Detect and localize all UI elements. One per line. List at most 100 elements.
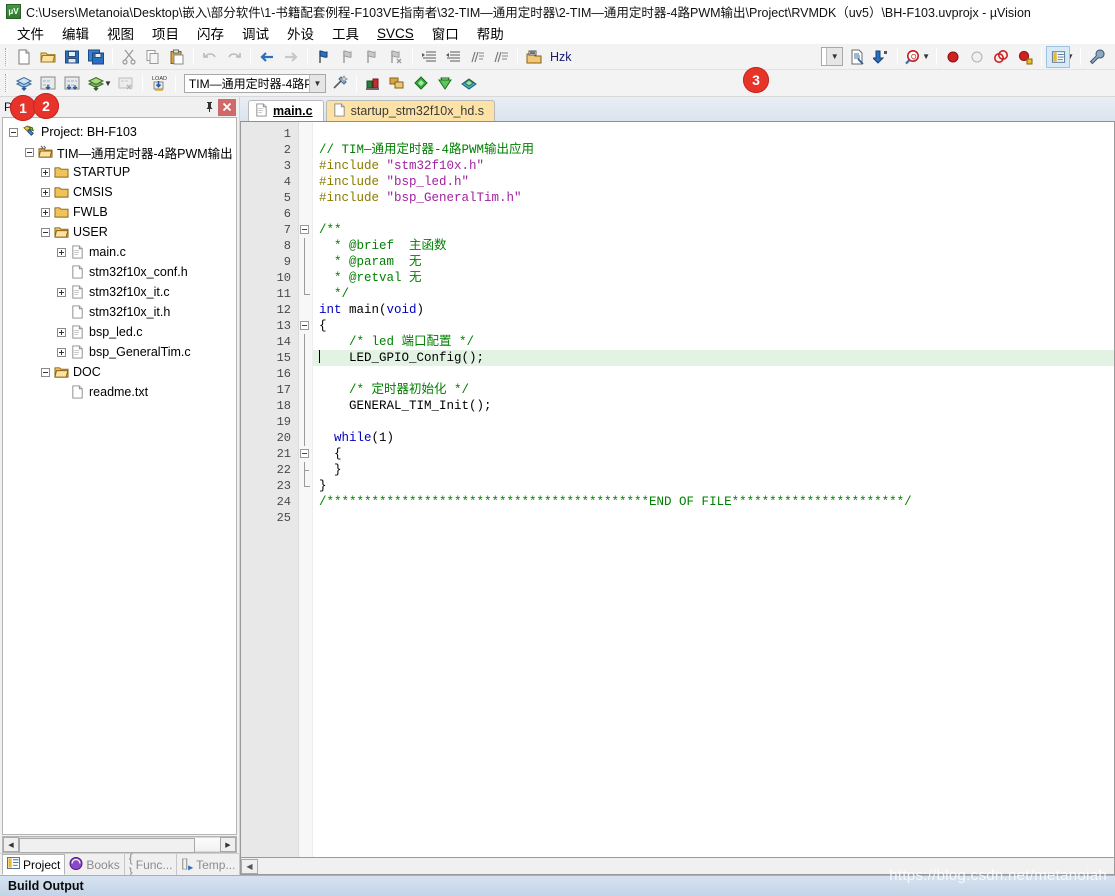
code-line[interactable]: #include "bsp_GeneralTim.h" bbox=[313, 190, 1114, 206]
panel-tab-temp[interactable]: []▸ Temp... bbox=[177, 854, 241, 875]
save-icon[interactable] bbox=[60, 46, 84, 68]
code-line[interactable]: { bbox=[313, 318, 1114, 334]
build-output-bar[interactable]: Build Output bbox=[0, 875, 1115, 896]
tree-item[interactable]: stm32f10x_conf.h bbox=[3, 262, 236, 282]
tree-item[interactable]: DOC bbox=[3, 362, 236, 382]
indent-increase-icon[interactable] bbox=[417, 46, 441, 68]
code-line[interactable]: int main(void) bbox=[313, 302, 1114, 318]
tree-item[interactable]: CMSIS bbox=[3, 182, 236, 202]
breakpoint-disable-icon[interactable] bbox=[965, 46, 989, 68]
tree-item[interactable]: Project: BH-F103 bbox=[3, 122, 236, 142]
fold-marker[interactable] bbox=[299, 222, 312, 238]
project-tree-hscrollbar[interactable]: ◀ ▶ bbox=[2, 836, 237, 853]
tree-item[interactable]: STARTUP bbox=[3, 162, 236, 182]
code-line[interactable]: while(1) bbox=[313, 430, 1114, 446]
code-line[interactable]: // TIM—通用定时器-4路PWM输出应用 bbox=[313, 142, 1114, 158]
configuration-wizard-icon[interactable] bbox=[457, 72, 481, 94]
project-tree[interactable]: Project: BH-F103 TIM—通用定时器-4路PWM输出 STARTUP… bbox=[2, 117, 237, 835]
code-line[interactable]: } bbox=[313, 462, 1114, 478]
menu-view[interactable]: 视图 bbox=[98, 21, 143, 45]
bookmark-next-icon[interactable] bbox=[360, 46, 384, 68]
code-line[interactable] bbox=[313, 366, 1114, 382]
translate-icon[interactable] bbox=[12, 72, 36, 94]
panel-tab-func[interactable]: { } Func... bbox=[125, 851, 178, 879]
target-options-icon[interactable] bbox=[328, 72, 352, 94]
manage-components-icon[interactable] bbox=[433, 72, 457, 94]
scroll-left-icon[interactable]: ◀ bbox=[3, 837, 19, 852]
code-line[interactable]: /** bbox=[313, 222, 1114, 238]
pack-installer-icon[interactable] bbox=[409, 72, 433, 94]
code-line[interactable]: * @retval 无 bbox=[313, 270, 1114, 286]
copy-icon[interactable] bbox=[141, 46, 165, 68]
navigate-back-icon[interactable] bbox=[255, 46, 279, 68]
stop-build-icon[interactable] bbox=[114, 72, 138, 94]
code-line[interactable] bbox=[313, 510, 1114, 526]
tree-collapse-icon[interactable] bbox=[41, 227, 50, 237]
rebuild-icon[interactable] bbox=[60, 72, 84, 94]
code-line[interactable]: #include "bsp_led.h" bbox=[313, 174, 1114, 190]
tree-item[interactable]: stm32f10x_it.h bbox=[3, 302, 236, 322]
redo-icon[interactable] bbox=[222, 46, 246, 68]
panel-tab-books[interactable]: Books bbox=[65, 854, 125, 875]
tree-collapse-icon[interactable] bbox=[9, 127, 18, 137]
uncomment-icon[interactable] bbox=[489, 46, 513, 68]
code-line[interactable]: * @brief 主函数 bbox=[313, 238, 1114, 254]
comment-icon[interactable] bbox=[465, 46, 489, 68]
pin-icon[interactable] bbox=[200, 99, 218, 116]
tree-item[interactable]: bsp_GeneralTim.c bbox=[3, 342, 236, 362]
find-in-files-icon[interactable]: Q bbox=[902, 46, 926, 68]
download-to-flash-icon[interactable]: LOAD bbox=[147, 72, 171, 94]
code-line[interactable]: #include "stm32f10x.h" bbox=[313, 158, 1114, 174]
tree-expand-icon[interactable] bbox=[41, 187, 50, 197]
menu-help[interactable]: 帮助 bbox=[468, 21, 513, 45]
editor-tab-startup_stm32f10x_hd-s[interactable]: startup_stm32f10x_hd.s bbox=[325, 100, 496, 121]
code-line[interactable]: { bbox=[313, 446, 1114, 462]
tree-item[interactable]: bsp_led.c bbox=[3, 322, 236, 342]
tree-item[interactable]: stm32f10x_it.c bbox=[3, 282, 236, 302]
scroll-track[interactable] bbox=[19, 837, 220, 853]
configure-wizard-icon[interactable] bbox=[1085, 46, 1109, 68]
tree-item[interactable]: TIM—通用定时器-4路PWM输出 bbox=[3, 142, 236, 162]
close-icon[interactable] bbox=[218, 98, 236, 116]
code-line[interactable]: */ bbox=[313, 286, 1114, 302]
code-line[interactable]: GENERAL_TIM_Init(); bbox=[313, 398, 1114, 414]
code-content[interactable]: // TIM—通用定时器-4路PWM输出应用 #include "stm32f10… bbox=[313, 122, 1114, 857]
tree-item[interactable]: readme.txt bbox=[3, 382, 236, 402]
project-window-icon[interactable] bbox=[1046, 45, 1071, 68]
code-line[interactable]: /* 定时器初始化 */ bbox=[313, 382, 1114, 398]
cut-icon[interactable] bbox=[117, 46, 141, 68]
tree-expand-icon[interactable] bbox=[57, 347, 66, 357]
menu-debug[interactable]: 调试 bbox=[233, 21, 278, 45]
target-select[interactable]: TIM—通用定时器-4路P ▼ bbox=[183, 73, 326, 93]
hzk-icon[interactable] bbox=[522, 46, 546, 68]
tree-expand-icon[interactable] bbox=[41, 167, 50, 177]
scroll-thumb[interactable] bbox=[19, 838, 195, 853]
bookmark-toggle-icon[interactable] bbox=[312, 46, 336, 68]
menu-flash[interactable]: 闪存 bbox=[188, 21, 233, 45]
code-line[interactable]: /***************************************… bbox=[313, 494, 1114, 510]
tree-expand-icon[interactable] bbox=[57, 327, 66, 337]
fold-marker[interactable] bbox=[299, 318, 312, 334]
code-line[interactable] bbox=[313, 414, 1114, 430]
breakpoint-insert-icon[interactable] bbox=[941, 46, 965, 68]
scroll-track[interactable] bbox=[258, 858, 1114, 874]
menu-peripherals[interactable]: 外设 bbox=[278, 21, 323, 45]
menu-project[interactable]: 项目 bbox=[143, 21, 188, 45]
tree-expand-icon[interactable] bbox=[41, 207, 50, 217]
menu-tools[interactable]: 工具 bbox=[323, 21, 368, 45]
bookmark-prev-icon[interactable] bbox=[336, 46, 360, 68]
toolbar-grip[interactable] bbox=[5, 74, 8, 92]
tree-item[interactable]: main.c bbox=[3, 242, 236, 262]
tree-item[interactable]: FWLB bbox=[3, 202, 236, 222]
scroll-left-icon[interactable]: ◀ bbox=[241, 858, 258, 874]
undo-icon[interactable] bbox=[198, 46, 222, 68]
menu-svcs[interactable]: SVCS bbox=[368, 24, 423, 43]
file-properties-icon[interactable] bbox=[845, 46, 869, 68]
paste-icon[interactable] bbox=[165, 46, 189, 68]
tree-expand-icon[interactable] bbox=[57, 287, 66, 297]
breakpoint-kill-all-icon[interactable] bbox=[989, 46, 1013, 68]
open-file-icon[interactable] bbox=[36, 46, 60, 68]
editor-tab-main-c[interactable]: main.c bbox=[248, 100, 324, 121]
new-file-icon[interactable] bbox=[12, 46, 36, 68]
save-all-icon[interactable] bbox=[84, 46, 108, 68]
